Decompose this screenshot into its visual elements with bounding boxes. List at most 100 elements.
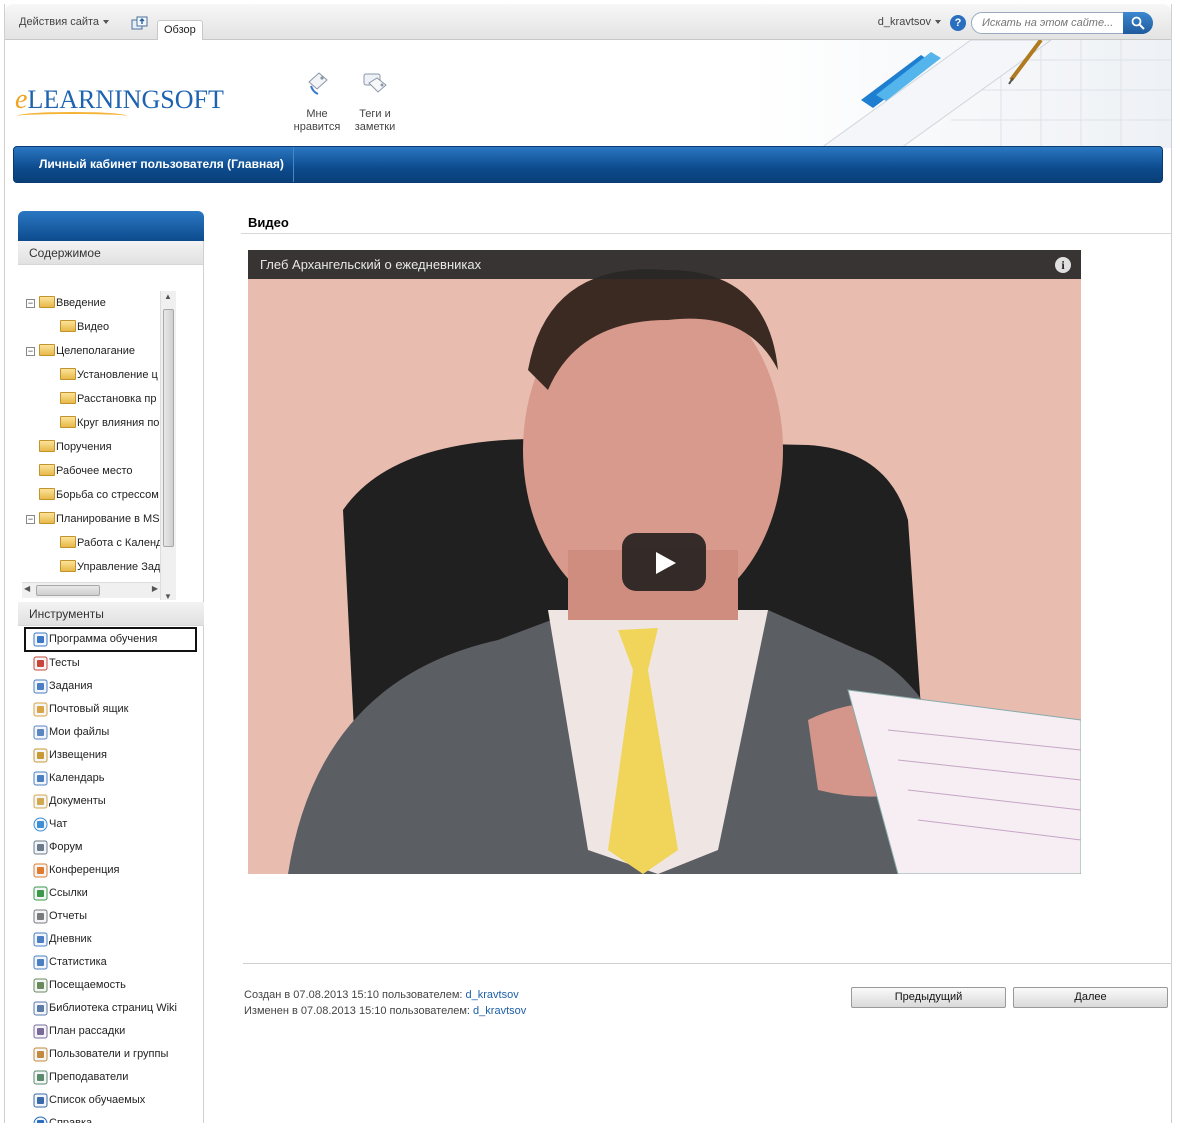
tree-item-label: Рабочее место	[56, 465, 133, 477]
tree-item[interactable]: Управление Зад	[60, 557, 160, 577]
footer-divider	[243, 963, 1171, 964]
tree-horizontal-scrollbar[interactable]: ◀ ▶	[22, 582, 160, 598]
tool-item[interactable]: Преподаватели	[18, 1066, 204, 1089]
tool-item-label: Список обучаемых	[49, 1094, 146, 1106]
tool-item-label: Форум	[49, 841, 83, 853]
tool-item[interactable]: Мои файлы	[18, 721, 204, 744]
created-by-link[interactable]: d_kravtsov	[466, 989, 519, 1001]
tree-item-label: Расстановка пр	[77, 393, 157, 405]
tree-item[interactable]: Работа с Календ	[60, 533, 160, 553]
tool-item-label: Статистика	[49, 956, 107, 968]
tree-item[interactable]: Видео	[60, 317, 109, 337]
folder-icon	[60, 392, 76, 404]
previous-button[interactable]: Предыдущий	[851, 987, 1006, 1008]
tool-item[interactable]: Тесты	[18, 652, 204, 675]
collapse-toggle-icon[interactable]: −	[26, 299, 35, 308]
scroll-down-icon[interactable]: ▼	[164, 592, 172, 600]
help-icon[interactable]: ?	[950, 15, 966, 31]
collapse-toggle-icon[interactable]: −	[26, 515, 35, 524]
tool-item[interactable]: Документы	[18, 790, 204, 813]
tool-item[interactable]: Статистика	[18, 951, 204, 974]
tool-item[interactable]: Пользователи и группы	[18, 1043, 204, 1066]
modified-by-link[interactable]: d_kravtsov	[473, 1005, 526, 1017]
tags-notes-icon	[363, 73, 387, 93]
teachers-icon	[33, 1070, 48, 1085]
tree-item[interactable]: − Планирование в MS	[26, 509, 160, 529]
info-icon[interactable]: i	[1055, 257, 1071, 273]
tool-item[interactable]: Почтовый ящик	[18, 698, 204, 721]
tree-item-label: Видео	[77, 321, 110, 333]
tree-item[interactable]: Установление ц	[60, 365, 158, 385]
tool-item-label: Посещаемость	[49, 979, 126, 991]
tool-item[interactable]: Дневник	[18, 928, 204, 951]
video-title[interactable]: Глеб Архангельский о ежедневниках	[260, 257, 481, 272]
page-frame: Действия сайта Обзор d_kravtsov ? eLEARN…	[4, 4, 1172, 1123]
tree-item[interactable]: Расстановка пр	[60, 389, 156, 409]
tool-item[interactable]: Чат	[18, 813, 204, 836]
tool-item[interactable]: Справка	[18, 1112, 204, 1123]
folder-icon	[39, 488, 55, 500]
folder-icon	[39, 440, 55, 452]
tree-item[interactable]: − Введение	[26, 293, 106, 313]
tab-browse[interactable]: Обзор	[157, 20, 203, 42]
scroll-left-icon[interactable]: ◀	[24, 584, 30, 593]
page-metadata: Создан в 07.08.2013 15:10 пользователем:…	[244, 987, 526, 1019]
site-logo[interactable]: eLEARNINGSOFT	[15, 84, 224, 116]
nav-item-home[interactable]: Личный кабинет пользователя (Главная)	[14, 147, 294, 182]
tool-item[interactable]: Программа обучения	[24, 627, 197, 652]
mailbox-icon	[33, 702, 48, 717]
tool-item[interactable]: Посещаемость	[18, 974, 204, 997]
tool-item[interactable]: Форум	[18, 836, 204, 859]
modified-text: Изменен в 07.08.2013 15:10 пользователем…	[244, 1005, 470, 1017]
scroll-thumb[interactable]	[36, 585, 100, 596]
tool-item[interactable]: Библиотека страниц Wiki	[18, 997, 204, 1020]
tool-item-label: Ссылки	[49, 887, 88, 899]
tool-item[interactable]: Конференция	[18, 859, 204, 882]
files-icon	[33, 725, 48, 740]
tool-item-label: Мои файлы	[49, 726, 110, 738]
tree-item[interactable]: Поручения	[39, 437, 112, 457]
conference-icon	[33, 863, 48, 878]
play-button[interactable]	[622, 533, 706, 591]
tree-item-label: Целеполагание	[56, 345, 136, 357]
scroll-right-icon[interactable]: ▶	[152, 584, 158, 593]
users-icon	[33, 1047, 48, 1062]
collapse-toggle-icon[interactable]: −	[26, 347, 35, 356]
tool-item[interactable]: Календарь	[18, 767, 204, 790]
tool-item[interactable]: План рассадки	[18, 1020, 204, 1043]
search-input[interactable]	[971, 12, 1126, 34]
tree-item[interactable]: − Целеполагание	[26, 341, 136, 361]
folder-icon	[60, 320, 76, 332]
next-button[interactable]: Далее	[1013, 987, 1168, 1008]
video-player[interactable]: Глеб Архангельский о ежедневниках i	[248, 250, 1081, 874]
folder-icon	[39, 464, 55, 476]
site-header: eLEARNINGSOFT Мне нравится Теги и заметк…	[5, 40, 1171, 148]
search-box	[971, 12, 1153, 34]
top-ribbon: Действия сайта Обзор d_kravtsov ?	[5, 4, 1171, 42]
tool-item[interactable]: Извещения	[18, 744, 204, 767]
tool-item[interactable]: Список обучаемых	[18, 1089, 204, 1112]
scroll-thumb[interactable]	[163, 309, 174, 547]
tree-item[interactable]: Рабочее место	[39, 461, 133, 481]
navigate-up-icon[interactable]	[131, 16, 149, 30]
tree-item[interactable]: Круг влияния по	[60, 413, 159, 433]
site-actions-menu[interactable]: Действия сайта	[19, 16, 110, 28]
search-button[interactable]	[1123, 12, 1153, 34]
tree-vertical-scrollbar[interactable]: ▲ ▼	[160, 291, 176, 600]
tool-item[interactable]: Отчеты	[18, 905, 204, 928]
tool-item-label: Календарь	[49, 772, 105, 784]
tree-item[interactable]: Борьба со стрессом	[39, 485, 159, 505]
tool-item[interactable]: Ссылки	[18, 882, 204, 905]
user-menu[interactable]: d_kravtsov	[878, 16, 941, 28]
tags-label-line2: заметки	[354, 121, 396, 133]
folder-icon	[39, 512, 55, 524]
like-button[interactable]: Мне нравится	[287, 70, 347, 134]
folder-icon	[39, 296, 55, 308]
tree-viewport: − Введение Видео − Целеполагание Установление…	[18, 291, 160, 593]
tags-notes-button[interactable]: Теги и заметки	[345, 70, 405, 134]
scroll-up-icon[interactable]: ▲	[164, 292, 172, 301]
tools-heading: Инструменты	[18, 602, 204, 626]
tool-item[interactable]: Задания	[18, 675, 204, 698]
tool-item-label: Конференция	[49, 864, 120, 876]
tool-item-label: Преподаватели	[49, 1071, 129, 1083]
